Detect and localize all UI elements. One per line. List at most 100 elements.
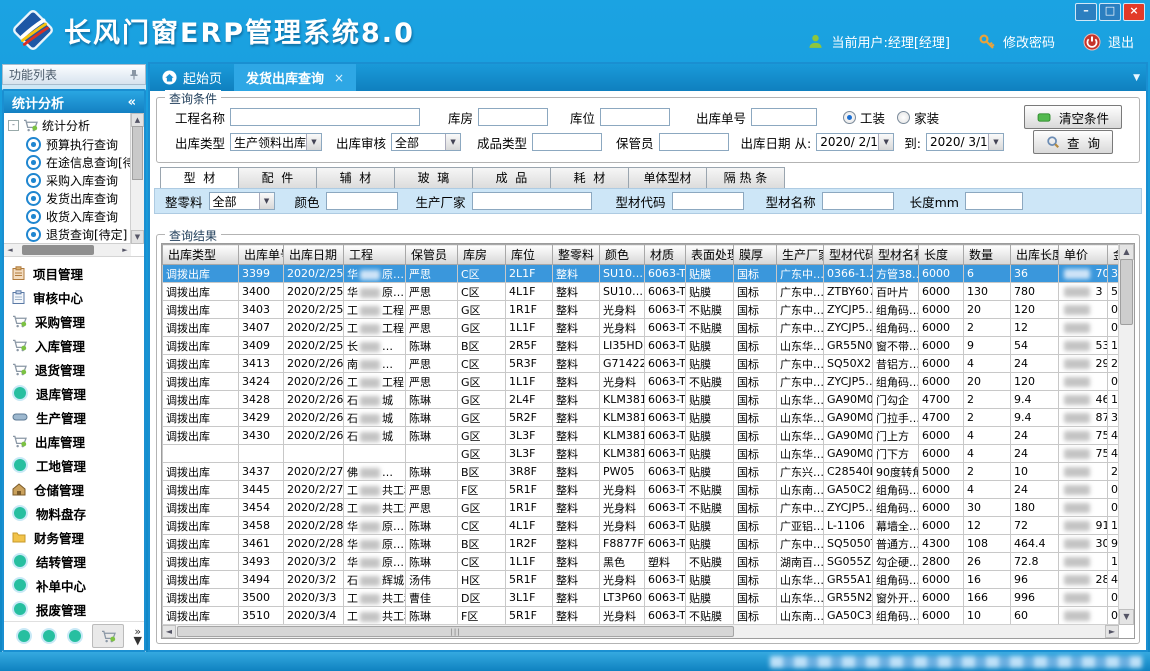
radio-gongzhuang[interactable] — [843, 111, 856, 124]
scroll-up-icon[interactable]: ▲ — [131, 113, 144, 127]
maximize-button[interactable]: □ — [1099, 3, 1121, 21]
tree-expander-icon[interactable]: - — [8, 120, 19, 131]
logout-link[interactable]: 退出 — [1108, 32, 1134, 51]
date-from-picker[interactable]: 2020/ 2/16▼ — [816, 133, 894, 151]
material-tab[interactable]: 隔 热 条 — [707, 167, 785, 189]
profile-name-input[interactable] — [822, 192, 894, 210]
tab-shipping-outbound-query[interactable]: 发货出库查询 × — [234, 64, 356, 91]
scrollbar-thumb[interactable] — [22, 245, 94, 255]
column-header[interactable]: 整零料 — [553, 245, 600, 265]
tree-vertical-scrollbar[interactable]: ▲ ▼ — [130, 113, 144, 244]
sidebar-bottom-button[interactable] — [92, 624, 124, 648]
table-row[interactable]: 调拨出库34302020/2/26石城陈琳G区3L3F整料KLM38176063… — [163, 427, 1120, 445]
warehouse-input[interactable] — [478, 108, 548, 126]
column-header[interactable]: 出库单号 — [239, 245, 284, 265]
column-header[interactable]: 库位 — [506, 245, 553, 265]
keeper-input[interactable] — [659, 133, 729, 151]
radio-jiazhuang[interactable] — [897, 111, 910, 124]
profile-code-input[interactable] — [672, 192, 744, 210]
table-row[interactable]: 调拨出库34932020/3/2华原…陈琳C区1L1F整料黑色塑料不贴膜国标湖南… — [163, 553, 1120, 571]
table-row[interactable]: 调拨出库34282020/2/26石城陈琳G区2L4F整料KLM38176063… — [163, 391, 1120, 409]
sidebar-item[interactable]: 退货管理 — [12, 357, 144, 381]
sidebar-item[interactable]: 报废管理 — [12, 597, 144, 621]
column-header[interactable]: 工程 — [344, 245, 406, 265]
clear-conditions-button[interactable]: 清空条件 — [1024, 105, 1122, 129]
sidebar-item[interactable]: 项目管理 — [12, 261, 144, 285]
scroll-up-icon[interactable]: ▲ — [1119, 244, 1134, 260]
column-header[interactable]: 出库类型 — [163, 245, 239, 265]
scroll-left-icon[interactable]: ◄ — [162, 625, 176, 638]
change-password-link[interactable]: 修改密码 — [1003, 32, 1055, 51]
location-input[interactable] — [600, 108, 670, 126]
material-tab[interactable]: 型 材 — [160, 167, 239, 189]
material-tab[interactable]: 单体型材 — [629, 167, 707, 189]
tree-root[interactable]: - 统计分析 — [8, 116, 144, 135]
tree-item[interactable]: 在途信息查询[待 — [8, 153, 144, 171]
out-type-select[interactable]: 生产领料出库▼ — [230, 133, 322, 151]
overflow-chevron-icon[interactable]: »▼ — [134, 627, 142, 645]
column-header[interactable]: 保管员 — [406, 245, 458, 265]
table-row[interactable]: 调拨出库34452020/2/27工共工程严思F区5R1F整料光身料6063-T… — [163, 481, 1120, 499]
column-header[interactable]: 库房 — [458, 245, 506, 265]
sidebar-item[interactable]: 补单中心 — [12, 573, 144, 597]
scroll-right-icon[interactable]: ► — [1105, 625, 1119, 638]
sidebar-item[interactable]: 物料盘存 — [12, 501, 144, 525]
grid-vertical-scrollbar[interactable]: ▲ ▼ — [1118, 244, 1134, 625]
scroll-down-icon[interactable]: ▼ — [131, 230, 144, 244]
project-name-input[interactable] — [230, 108, 420, 126]
close-button[interactable]: × — [1123, 3, 1145, 21]
table-row[interactable]: 调拨出库33992020/2/25华原…严思C区2L1F整料SU10…6063-… — [163, 265, 1120, 283]
column-header[interactable]: 颜色 — [600, 245, 645, 265]
material-tab[interactable]: 耗 材 — [551, 167, 629, 189]
tree-item[interactable]: 采购入库查询 — [8, 171, 144, 189]
order-no-input[interactable] — [751, 108, 817, 126]
sidebar-item[interactable]: 工地管理 — [12, 453, 144, 477]
maker-input[interactable] — [472, 192, 592, 210]
column-header[interactable]: 出库日期 — [284, 245, 344, 265]
table-row[interactable]: 调拨出库34582020/2/28华原…陈琳C区4L1F整料光身料6063-T5… — [163, 517, 1120, 535]
sidebar-bottom-button[interactable] — [41, 628, 57, 644]
material-tab[interactable]: 辅 材 — [317, 167, 395, 189]
sidebar-item[interactable]: 生产管理 — [12, 405, 144, 429]
product-type-input[interactable] — [532, 133, 602, 151]
sidebar-item[interactable]: 退库管理 — [12, 381, 144, 405]
date-to-picker[interactable]: 2020/ 3/16▼ — [926, 133, 1004, 151]
column-header[interactable]: 型材名称 — [873, 245, 919, 265]
table-row[interactable]: 调拨出库34242020/2/26工工程严思G区1L1F整料光身料6063-T5… — [163, 373, 1120, 391]
column-header[interactable]: 型材代码 — [824, 245, 873, 265]
scroll-down-icon[interactable]: ▼ — [1119, 609, 1134, 625]
sidebar-item[interactable]: 审核中心 — [12, 285, 144, 309]
tree-horizontal-scrollbar[interactable]: ◄ ► — [4, 243, 131, 256]
scroll-right-icon[interactable]: ► — [119, 244, 131, 256]
tree-item[interactable]: 退货查询[待定] — [8, 225, 144, 243]
sidebar-item[interactable]: 出库管理 — [12, 429, 144, 453]
audit-select[interactable]: 全部▼ — [391, 133, 461, 151]
sidebar-item[interactable]: 财务管理 — [12, 525, 144, 549]
grid-horizontal-scrollbar[interactable]: ◄ ||| ► — [162, 624, 1119, 638]
sidebar-bottom-button[interactable] — [16, 628, 32, 644]
scrollbar-thumb[interactable]: ||| — [177, 626, 734, 637]
scrollbar-thumb[interactable] — [132, 126, 143, 180]
sidebar-item[interactable]: 采购管理 — [12, 309, 144, 333]
table-row[interactable]: G区3L3F整料KLM38176063-T5贴膜国标山东华…GA90M09…门下… — [163, 445, 1120, 463]
table-row[interactable]: 调拨出库34612020/2/28华原…陈琳B区1R2F整料F8877FT606… — [163, 535, 1120, 553]
scrollbar-thumb[interactable] — [1120, 259, 1133, 325]
tree-item[interactable]: 预算执行查询 — [8, 135, 144, 153]
table-row[interactable]: 调拨出库34542020/2/28工共工程严思G区1R1F整料光身料6063-T… — [163, 499, 1120, 517]
search-button[interactable]: 查 询 — [1033, 130, 1113, 154]
column-header[interactable]: 膜厚 — [734, 245, 777, 265]
length-input[interactable] — [965, 192, 1023, 210]
sidebar-item[interactable]: 结转管理 — [12, 549, 144, 573]
column-header[interactable]: 单价 — [1059, 245, 1108, 265]
column-header[interactable]: 数量 — [964, 245, 1011, 265]
color-input[interactable] — [326, 192, 398, 210]
tree-item[interactable]: 收货入库查询 — [8, 207, 144, 225]
sidebar-item[interactable]: 仓储管理 — [12, 477, 144, 501]
table-row[interactable]: 调拨出库34092020/2/25长…陈琳B区2R5F整料LI35HD6063-… — [163, 337, 1120, 355]
table-row[interactable]: 调拨出库34372020/2/27佛…陈琳B区3R8F整料PW056063-T5… — [163, 463, 1120, 481]
material-tab[interactable]: 成 品 — [473, 167, 551, 189]
tree-item[interactable]: 发货出库查询 — [8, 189, 144, 207]
column-header[interactable]: 长度 — [919, 245, 964, 265]
sidebar-item[interactable]: 入库管理 — [12, 333, 144, 357]
table-row[interactable]: 调拨出库35102020/3/4工共工程陈琳F区5R1F整料光身料6063-T5… — [163, 607, 1120, 625]
